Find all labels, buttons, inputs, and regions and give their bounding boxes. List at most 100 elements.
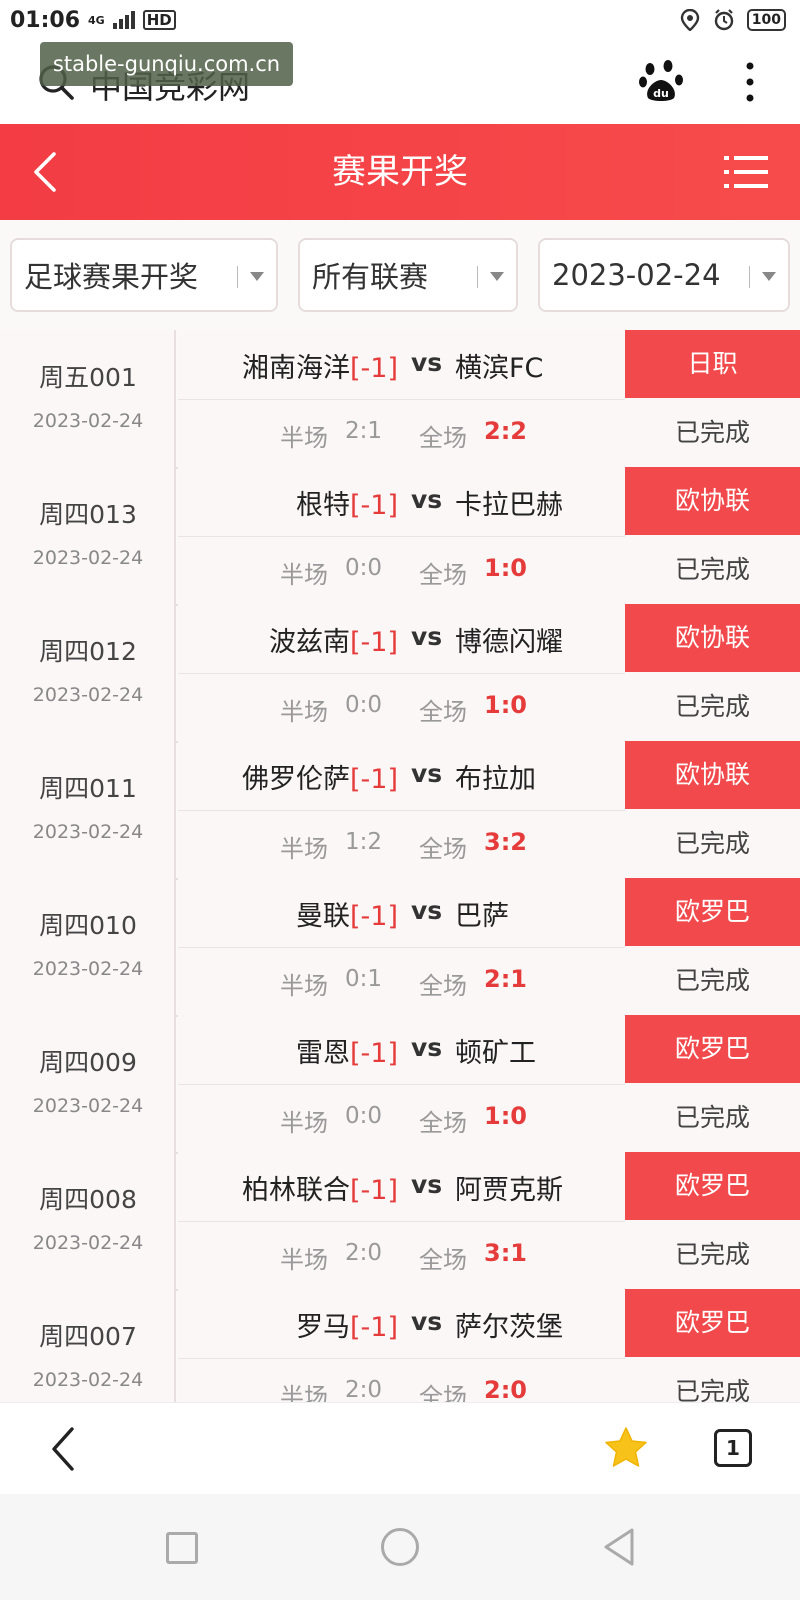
system-back-icon[interactable] [600, 1526, 636, 1568]
full-label: 全场 [419, 1246, 467, 1274]
teams-line: 罗马[-1] vs 萨尔茨堡 [178, 1289, 625, 1359]
tabs-icon[interactable]: 1 [714, 1429, 752, 1467]
match-info: 周四007 2023-02-24 [0, 1289, 176, 1402]
handicap: [-1] [350, 1038, 398, 1069]
full-label: 全场 [419, 972, 467, 1000]
filter-bar: 足球赛果开奖 所有联赛 2023-02-24 [0, 220, 800, 330]
chevron-down-icon [490, 272, 504, 281]
handicap: [-1] [350, 353, 398, 384]
vs-label: vs [411, 348, 443, 377]
match-row[interactable]: 周四010 2023-02-24 曼联[-1] vs 巴萨 半场 0:1 全场 2:1 欧罗巴 已完… [0, 878, 800, 1017]
full-score: 1:0 [484, 1102, 527, 1130]
match-info: 周五001 2023-02-24 [0, 330, 176, 467]
vs-label: vs [411, 896, 443, 925]
full-label: 全场 [419, 561, 467, 589]
half-score: 0:1 [345, 966, 383, 992]
full-score: 1:0 [484, 691, 527, 719]
match-code: 周四009 [39, 1048, 137, 1077]
match-code: 周四008 [39, 1185, 137, 1214]
match-row[interactable]: 周四011 2023-02-24 佛罗伦萨[-1] vs 布拉加 半场 1:2 全场 3:2 欧协… [0, 741, 800, 880]
match-info: 周四008 2023-02-24 [0, 1152, 176, 1289]
full-label: 全场 [419, 424, 467, 452]
match-status: 欧协联 已完成 [625, 741, 800, 878]
star-icon[interactable] [603, 1425, 649, 1471]
match-detail: 柏林联合[-1] vs 阿贾克斯 半场 2:0 全场 3:1 [178, 1152, 625, 1289]
match-row[interactable]: 周四013 2023-02-24 根特[-1] vs 卡拉巴赫 半场 0:0 全场 1:0 欧协联… [0, 467, 800, 606]
away-team: 博德闪耀 [455, 627, 563, 658]
status-label: 已完成 [674, 692, 750, 721]
status-label: 已完成 [674, 966, 750, 995]
league-badge: 欧罗巴 [625, 1152, 800, 1220]
match-info: 周四012 2023-02-24 [0, 604, 176, 741]
signal-icon [112, 11, 135, 29]
league-select[interactable]: 所有联赛 [298, 238, 518, 312]
match-info: 周四013 2023-02-24 [0, 467, 176, 604]
handicap: [-1] [350, 901, 398, 932]
more-vertical-icon[interactable] [738, 60, 762, 104]
full-label: 全场 [419, 1383, 467, 1402]
match-detail: 根特[-1] vs 卡拉巴赫 半场 0:0 全场 1:0 [178, 467, 625, 604]
handicap: [-1] [350, 490, 398, 521]
half-score: 2:0 [345, 1377, 383, 1402]
vs-label: vs [411, 485, 443, 514]
list-menu-icon[interactable] [724, 152, 768, 192]
match-row[interactable]: 周四008 2023-02-24 柏林联合[-1] vs 阿贾克斯 半场 2:0 全场 3:1 欧… [0, 1152, 800, 1291]
match-row[interactable]: 周四009 2023-02-24 雷恩[-1] vs 顿矿工 半场 0:0 全场 1:0 欧罗巴已… [0, 1015, 800, 1154]
away-team: 巴萨 [455, 901, 509, 932]
full-score: 1:0 [484, 554, 527, 582]
handicap: [-1] [350, 1312, 398, 1343]
chevron-left-icon[interactable] [26, 150, 66, 194]
match-date: 2023-02-24 [32, 1095, 144, 1117]
score-line: 半场 1:2 全场 3:2 [178, 811, 625, 878]
score-line: 半场 0:0 全场 1:0 [178, 674, 625, 741]
league-badge: 欧罗巴 [625, 1289, 800, 1357]
league-badge: 日职 [625, 330, 800, 398]
match-code: 周四013 [39, 500, 137, 529]
match-detail: 雷恩[-1] vs 顿矿工 半场 0:0 全场 1:0 [178, 1015, 625, 1152]
vs-label: vs [411, 1170, 443, 1199]
home-team: 罗马[-1] [296, 1312, 398, 1343]
full-score: 3:2 [484, 828, 527, 856]
match-status: 欧罗巴 已完成 [625, 1152, 800, 1289]
match-date: 2023-02-24 [32, 821, 144, 843]
score-line: 半场 0:0 全场 1:0 [178, 1085, 625, 1152]
vs-label: vs [411, 1033, 443, 1062]
vs-label: vs [411, 622, 443, 651]
half-score: 0:0 [345, 555, 383, 581]
away-team: 卡拉巴赫 [455, 490, 563, 521]
teams-line: 雷恩[-1] vs 顿矿工 [178, 1015, 625, 1085]
match-status: 欧协联 已完成 [625, 467, 800, 604]
full-label: 全场 [419, 698, 467, 726]
recent-apps-icon[interactable] [166, 1532, 198, 1564]
home-icon[interactable] [381, 1528, 419, 1566]
type-select[interactable]: 足球赛果开奖 [10, 238, 278, 312]
score-line: 半场 2:1 全场 2:2 [178, 400, 625, 467]
match-code: 周四010 [39, 911, 137, 940]
status-label: 已完成 [674, 1377, 750, 1402]
league-badge: 欧协联 [625, 467, 800, 535]
status-bar: 01:06 4G HD 100 [0, 0, 800, 40]
match-row[interactable]: 周五001 2023-02-24 湘南海洋[-1] vs 横滨FC 半场 2:1 全场 2:2 日… [0, 330, 800, 469]
match-row[interactable]: 周四007 2023-02-24 罗马[-1] vs 萨尔茨堡 半场 2:0 全场 2:0 欧罗巴… [0, 1289, 800, 1402]
chevron-down-icon [762, 272, 776, 281]
handicap: [-1] [350, 764, 398, 795]
teams-line: 根特[-1] vs 卡拉巴赫 [178, 467, 625, 537]
home-team: 柏林联合[-1] [242, 1175, 398, 1206]
match-list: 周五001 2023-02-24 湘南海洋[-1] vs 横滨FC 半场 2:1 全场 2:2 日… [0, 330, 800, 1402]
page-header: 赛果开奖 [0, 124, 800, 220]
match-code: 周四012 [39, 637, 137, 666]
league-badge: 欧罗巴 [625, 1015, 800, 1083]
away-team: 阿贾克斯 [455, 1175, 563, 1206]
full-score: 2:0 [484, 1376, 527, 1402]
baidu-paw-icon[interactable]: du [638, 60, 684, 102]
date-select[interactable]: 2023-02-24 [538, 238, 790, 312]
away-team: 萨尔茨堡 [455, 1312, 563, 1343]
half-score: 2:1 [345, 418, 383, 444]
league-badge: 欧协联 [625, 604, 800, 672]
score-line: 半场 0:0 全场 1:0 [178, 537, 625, 604]
back-arrow-icon[interactable] [44, 1425, 84, 1473]
hd-badge: HD [142, 10, 176, 30]
match-row[interactable]: 周四012 2023-02-24 波兹南[-1] vs 博德闪耀 半场 0:0 全场 1:0 欧协… [0, 604, 800, 743]
match-date: 2023-02-24 [32, 958, 144, 980]
status-label: 已完成 [674, 1103, 750, 1132]
